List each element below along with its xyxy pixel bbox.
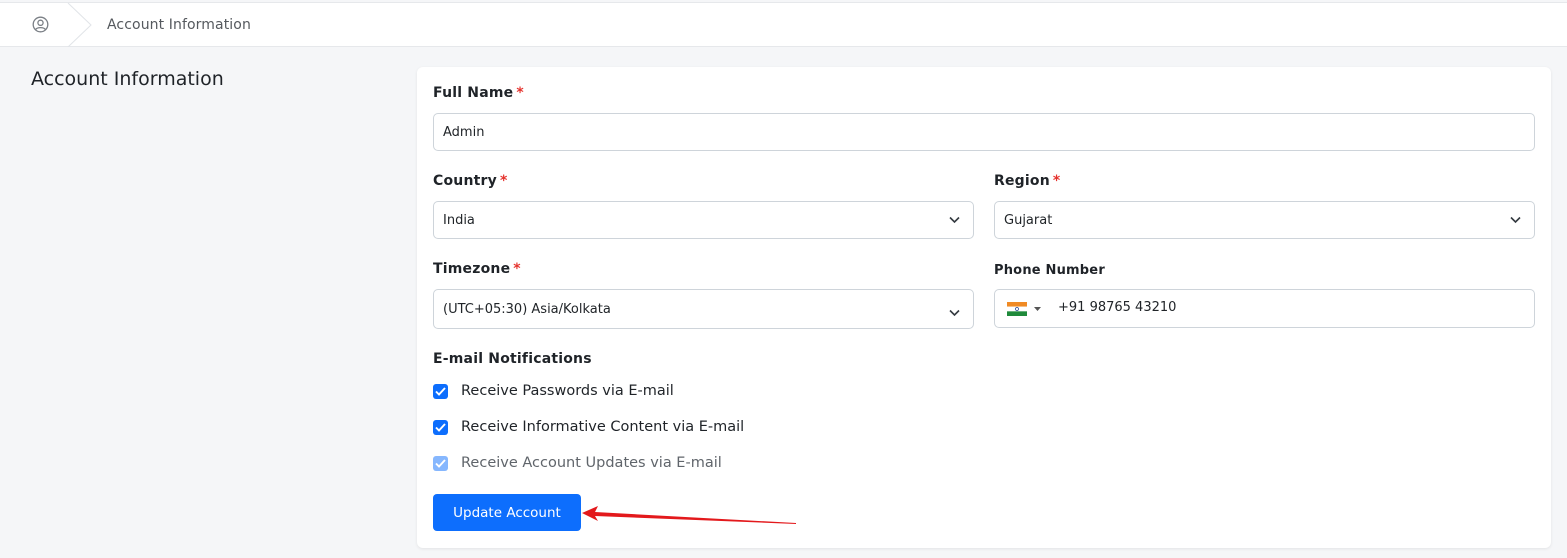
annotation-arrow-icon [582, 506, 796, 524]
country-select[interactable]: India [433, 201, 974, 239]
check-icon [435, 458, 446, 468]
phone-number-label: Phone Number [994, 263, 1105, 278]
checkbox[interactable] [433, 383, 448, 399]
phone-number-value: +91 98765 43210 [1058, 300, 1177, 315]
required-marker: * [499, 173, 508, 189]
required-marker: * [516, 85, 524, 101]
phone-number-input[interactable]: +91 98765 43210 [994, 289, 1535, 328]
india-flag-icon [1007, 302, 1027, 316]
email-notifications-heading: E-mail Notifications [433, 351, 592, 367]
region-label: Region * [994, 173, 1061, 189]
full-name-label: Full Name * [433, 85, 524, 101]
checkbox-disabled [433, 455, 448, 471]
checkbox[interactable] [433, 419, 448, 435]
breadcrumb-bar: Account Information [0, 2, 1567, 47]
chevron-down-icon [1510, 216, 1521, 224]
country-code-dropdown[interactable] [1007, 302, 1041, 316]
breadcrumb-current: Account Information [107, 17, 251, 33]
notification-option-informative[interactable]: Receive Informative Content via E-mail [433, 419, 744, 435]
full-name-value: Admin [443, 124, 485, 140]
caret-down-icon [1034, 307, 1041, 311]
check-icon [435, 386, 446, 396]
timezone-value: (UTC+05:30) Asia/Kolkata [443, 301, 611, 317]
region-select[interactable]: Gujarat [994, 201, 1535, 239]
notification-option-passwords[interactable]: Receive Passwords via E-mail [433, 383, 674, 399]
chevron-down-icon [949, 216, 960, 224]
breadcrumb-separator [67, 3, 92, 47]
check-icon [435, 422, 446, 432]
notification-option-account-updates: Receive Account Updates via E-mail [433, 455, 722, 471]
country-value: India [443, 212, 475, 228]
chevron-down-icon [949, 309, 960, 317]
region-value: Gujarat [1004, 212, 1053, 228]
checkbox-label: Receive Passwords via E-mail [461, 383, 674, 399]
update-account-button[interactable]: Update Account [433, 494, 581, 531]
timezone-select[interactable]: (UTC+05:30) Asia/Kolkata [433, 289, 974, 329]
country-label: Country * [433, 173, 508, 189]
required-marker: * [1052, 173, 1061, 189]
full-name-input[interactable]: Admin [433, 113, 1535, 151]
timezone-label: Timezone * [433, 261, 521, 277]
required-marker: * [513, 261, 521, 277]
user-circle-icon[interactable] [32, 16, 49, 33]
page-title: Account Information [31, 68, 224, 90]
checkbox-label: Receive Account Updates via E-mail [461, 455, 722, 471]
checkbox-label: Receive Informative Content via E-mail [461, 419, 745, 435]
